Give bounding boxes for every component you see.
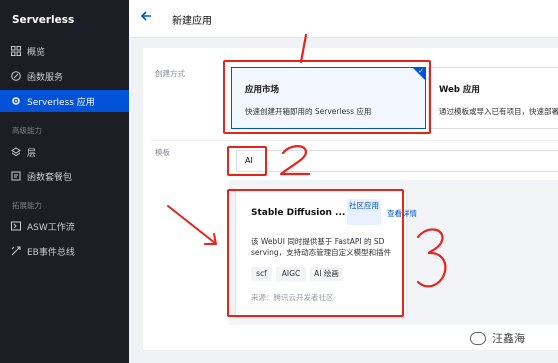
watermark-text: 汪鑫海: [492, 332, 525, 345]
annotation-arrow: [167, 205, 216, 244]
wechat-icon: [470, 331, 486, 345]
annotation-number-2: [279, 145, 311, 176]
annotation-strokes: [167, 33, 447, 288]
watermark: 汪鑫海: [470, 330, 525, 346]
annotation-number-3: [416, 228, 447, 288]
annotation-number-1: [299, 33, 308, 64]
